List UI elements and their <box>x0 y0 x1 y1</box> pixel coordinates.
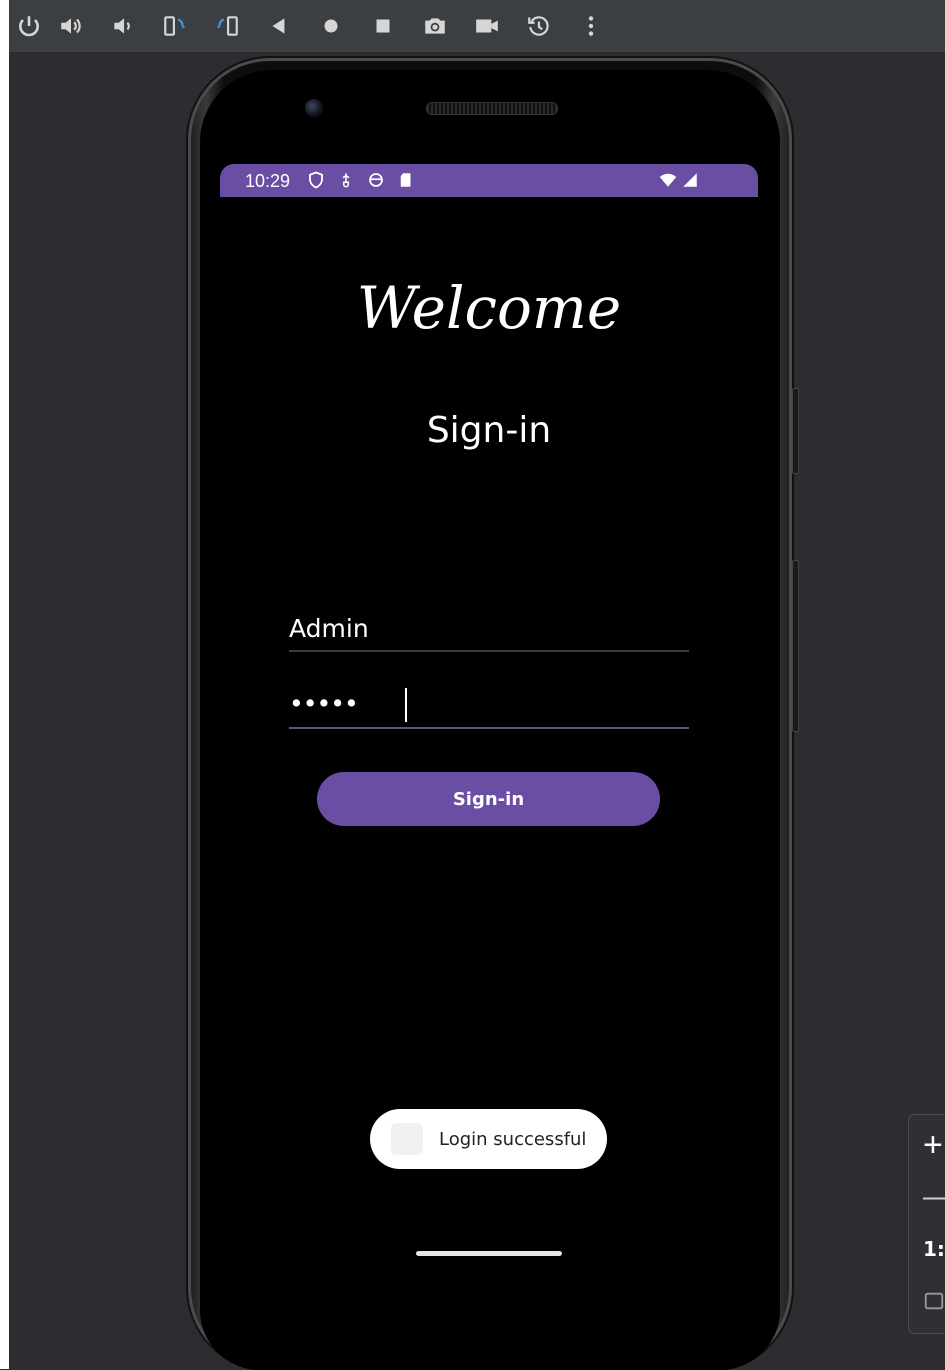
sd-card-icon <box>396 170 416 190</box>
text-cursor <box>405 688 407 722</box>
volume-key <box>792 560 799 732</box>
snapshot-restore-icon[interactable] <box>521 8 557 44</box>
usb-debug-icon <box>336 170 356 190</box>
window-left-edge <box>0 0 9 1369</box>
volume-up-icon[interactable] <box>53 8 89 44</box>
rotate-right-icon[interactable] <box>209 8 245 44</box>
sign-in-button[interactable]: Sign-in <box>317 772 660 826</box>
video-icon[interactable] <box>469 8 505 44</box>
zoom-ratio-button[interactable]: 1:1 <box>909 1227 945 1271</box>
gesture-nav-handle[interactable] <box>416 1251 562 1256</box>
overview-icon[interactable] <box>365 8 401 44</box>
shield-icon <box>306 170 326 190</box>
home-icon[interactable] <box>313 8 349 44</box>
rotate-left-icon[interactable] <box>157 8 193 44</box>
toast-text: Login successful <box>439 1128 587 1150</box>
toast-message: Login successful <box>370 1109 607 1169</box>
zoom-in-button[interactable]: + <box>909 1123 945 1167</box>
earpiece-speaker <box>426 102 558 115</box>
power-icon[interactable] <box>11 8 47 44</box>
device-screen: 10:29 Welcome Sign-in ••••• Sign-in <box>220 164 758 1294</box>
username-input[interactable] <box>289 608 689 648</box>
app-icon <box>391 1123 423 1155</box>
camera-icon[interactable] <box>417 8 453 44</box>
page-title: Sign-in <box>426 410 552 451</box>
status-bar: 10:29 <box>220 164 758 197</box>
zoom-controls: + — 1:1 <box>908 1114 945 1334</box>
password-underline <box>289 727 689 729</box>
power-key <box>792 388 799 474</box>
welcome-heading: Welcome <box>356 274 622 342</box>
username-underline <box>289 650 689 652</box>
zoom-out-button[interactable]: — <box>909 1175 945 1219</box>
status-time: 10:29 <box>245 171 291 191</box>
emulator-toolbar <box>9 0 945 53</box>
wifi-icon <box>658 170 678 190</box>
front-camera <box>305 99 323 117</box>
signal-icon <box>680 170 700 190</box>
username-field[interactable] <box>289 608 689 652</box>
more-icon[interactable] <box>573 8 609 44</box>
back-icon[interactable] <box>261 8 297 44</box>
fit-screen-icon[interactable] <box>909 1279 945 1323</box>
volume-down-icon[interactable] <box>105 8 141 44</box>
password-input[interactable]: ••••• <box>289 689 359 718</box>
app-notification-icon <box>366 170 386 190</box>
password-field[interactable]: ••••• <box>289 685 689 729</box>
